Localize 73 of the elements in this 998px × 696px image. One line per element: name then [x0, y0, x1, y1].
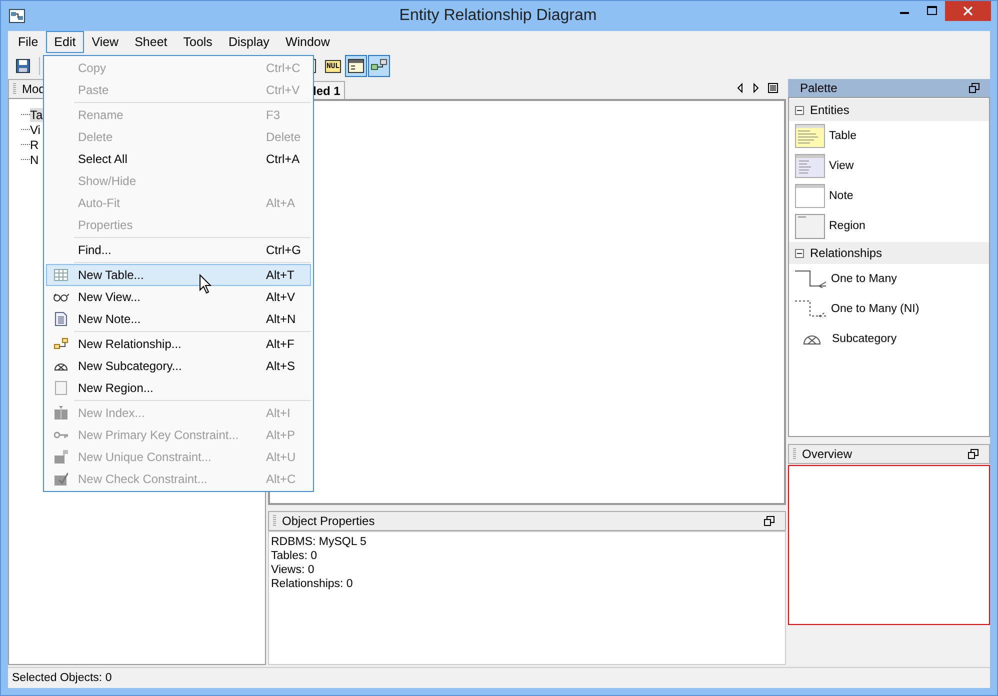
scroll-right-icon[interactable]	[752, 83, 760, 93]
index-icon	[54, 406, 68, 420]
panel-title: Palette	[800, 81, 838, 95]
save-icon	[15, 58, 31, 74]
section-header[interactable]: Entities	[789, 99, 989, 121]
section-header[interactable]: Relationships	[789, 242, 989, 264]
menu-item[interactable]: New Subcategory... Alt+S	[46, 355, 311, 377]
tree-item[interactable]: Ta	[30, 108, 44, 122]
glasses-icon	[53, 292, 69, 302]
menu-item[interactable]: New View... Alt+V	[46, 286, 311, 308]
list-icon[interactable]	[768, 83, 778, 93]
table-icon	[54, 269, 68, 281]
region-icon	[55, 381, 67, 395]
panel-title: Overview	[802, 447, 852, 461]
menu-item[interactable]: New Region...	[46, 377, 311, 399]
toolbar-button[interactable]	[368, 55, 390, 77]
key-icon	[54, 431, 68, 439]
section-title: Relationships	[810, 246, 882, 260]
collapse-icon[interactable]	[795, 106, 804, 114]
menu-item[interactable]: File	[10, 31, 46, 53]
region-icon	[795, 214, 825, 238]
relationship-icon	[54, 338, 68, 350]
check-icon	[54, 472, 68, 486]
property-line: RDBMS: MySQL 5	[271, 535, 368, 549]
toolbar-button[interactable]	[345, 55, 367, 77]
menu-item[interactable]: Display	[220, 31, 278, 53]
table-icon	[795, 124, 825, 148]
app-icon	[9, 8, 25, 24]
unique-icon	[54, 450, 68, 464]
note-icon	[795, 184, 825, 208]
tree-item[interactable]: N	[30, 152, 40, 166]
maximize-icon	[926, 6, 936, 16]
subcategory-icon	[54, 361, 68, 371]
window-icon	[347, 58, 365, 74]
dashed-relationship-icon	[795, 300, 827, 318]
tree-item[interactable]: R	[30, 138, 40, 152]
menu-item[interactable]: Window	[277, 31, 338, 53]
property-line: Tables: 0	[271, 549, 318, 563]
status-text: Selected Objects: 0	[12, 672, 112, 684]
palette-item[interactable]: One to Many (NI)	[831, 303, 920, 315]
scroll-left-icon[interactable]	[736, 83, 744, 93]
restore-icon[interactable]	[969, 83, 980, 93]
palette-item[interactable]: Table	[829, 130, 856, 142]
relationship-line-icon	[795, 270, 827, 288]
palette-item[interactable]: Subcategory	[832, 333, 897, 345]
palette-item[interactable]: Note	[829, 190, 854, 202]
collapse-icon[interactable]	[795, 248, 804, 258]
menu-item[interactable]: New Relationship... Alt+F	[46, 333, 311, 355]
close-icon	[963, 6, 973, 16]
palette-item[interactable]: Region	[829, 220, 866, 232]
menu-item[interactable]: New Table... Alt+T	[46, 264, 311, 286]
window-title: Entity Relationship Diagram	[398, 7, 598, 25]
tree-item[interactable]: Vi	[30, 122, 42, 136]
menu-item[interactable]: View	[84, 31, 127, 53]
restore-icon[interactable]	[968, 449, 979, 459]
subcategory-icon	[803, 333, 821, 345]
panel-title: Object Properties	[282, 514, 375, 528]
pointer-cursor-icon	[199, 274, 212, 294]
menu-item[interactable]: Tools	[175, 31, 220, 53]
view-icon	[795, 154, 825, 178]
restore-icon[interactable]	[764, 516, 775, 526]
palette-item[interactable]: One to Many	[831, 273, 897, 285]
property-line: Relationships: 0	[271, 577, 354, 591]
menu-item[interactable]: Find... Ctrl+G	[46, 239, 311, 261]
overview-viewport[interactable]	[788, 465, 990, 625]
property-line: Views: 0	[271, 563, 316, 577]
menu-item[interactable]: New Note... Alt+N	[46, 308, 311, 330]
section-title: Entities	[810, 103, 850, 117]
menu-item[interactable]: Sheet	[126, 31, 176, 53]
menu-item[interactable]: Select All Ctrl+A	[46, 148, 311, 170]
close-button[interactable]	[945, 1, 991, 21]
menu-item[interactable]: Edit	[46, 31, 84, 53]
palette-item[interactable]: View	[829, 160, 854, 172]
